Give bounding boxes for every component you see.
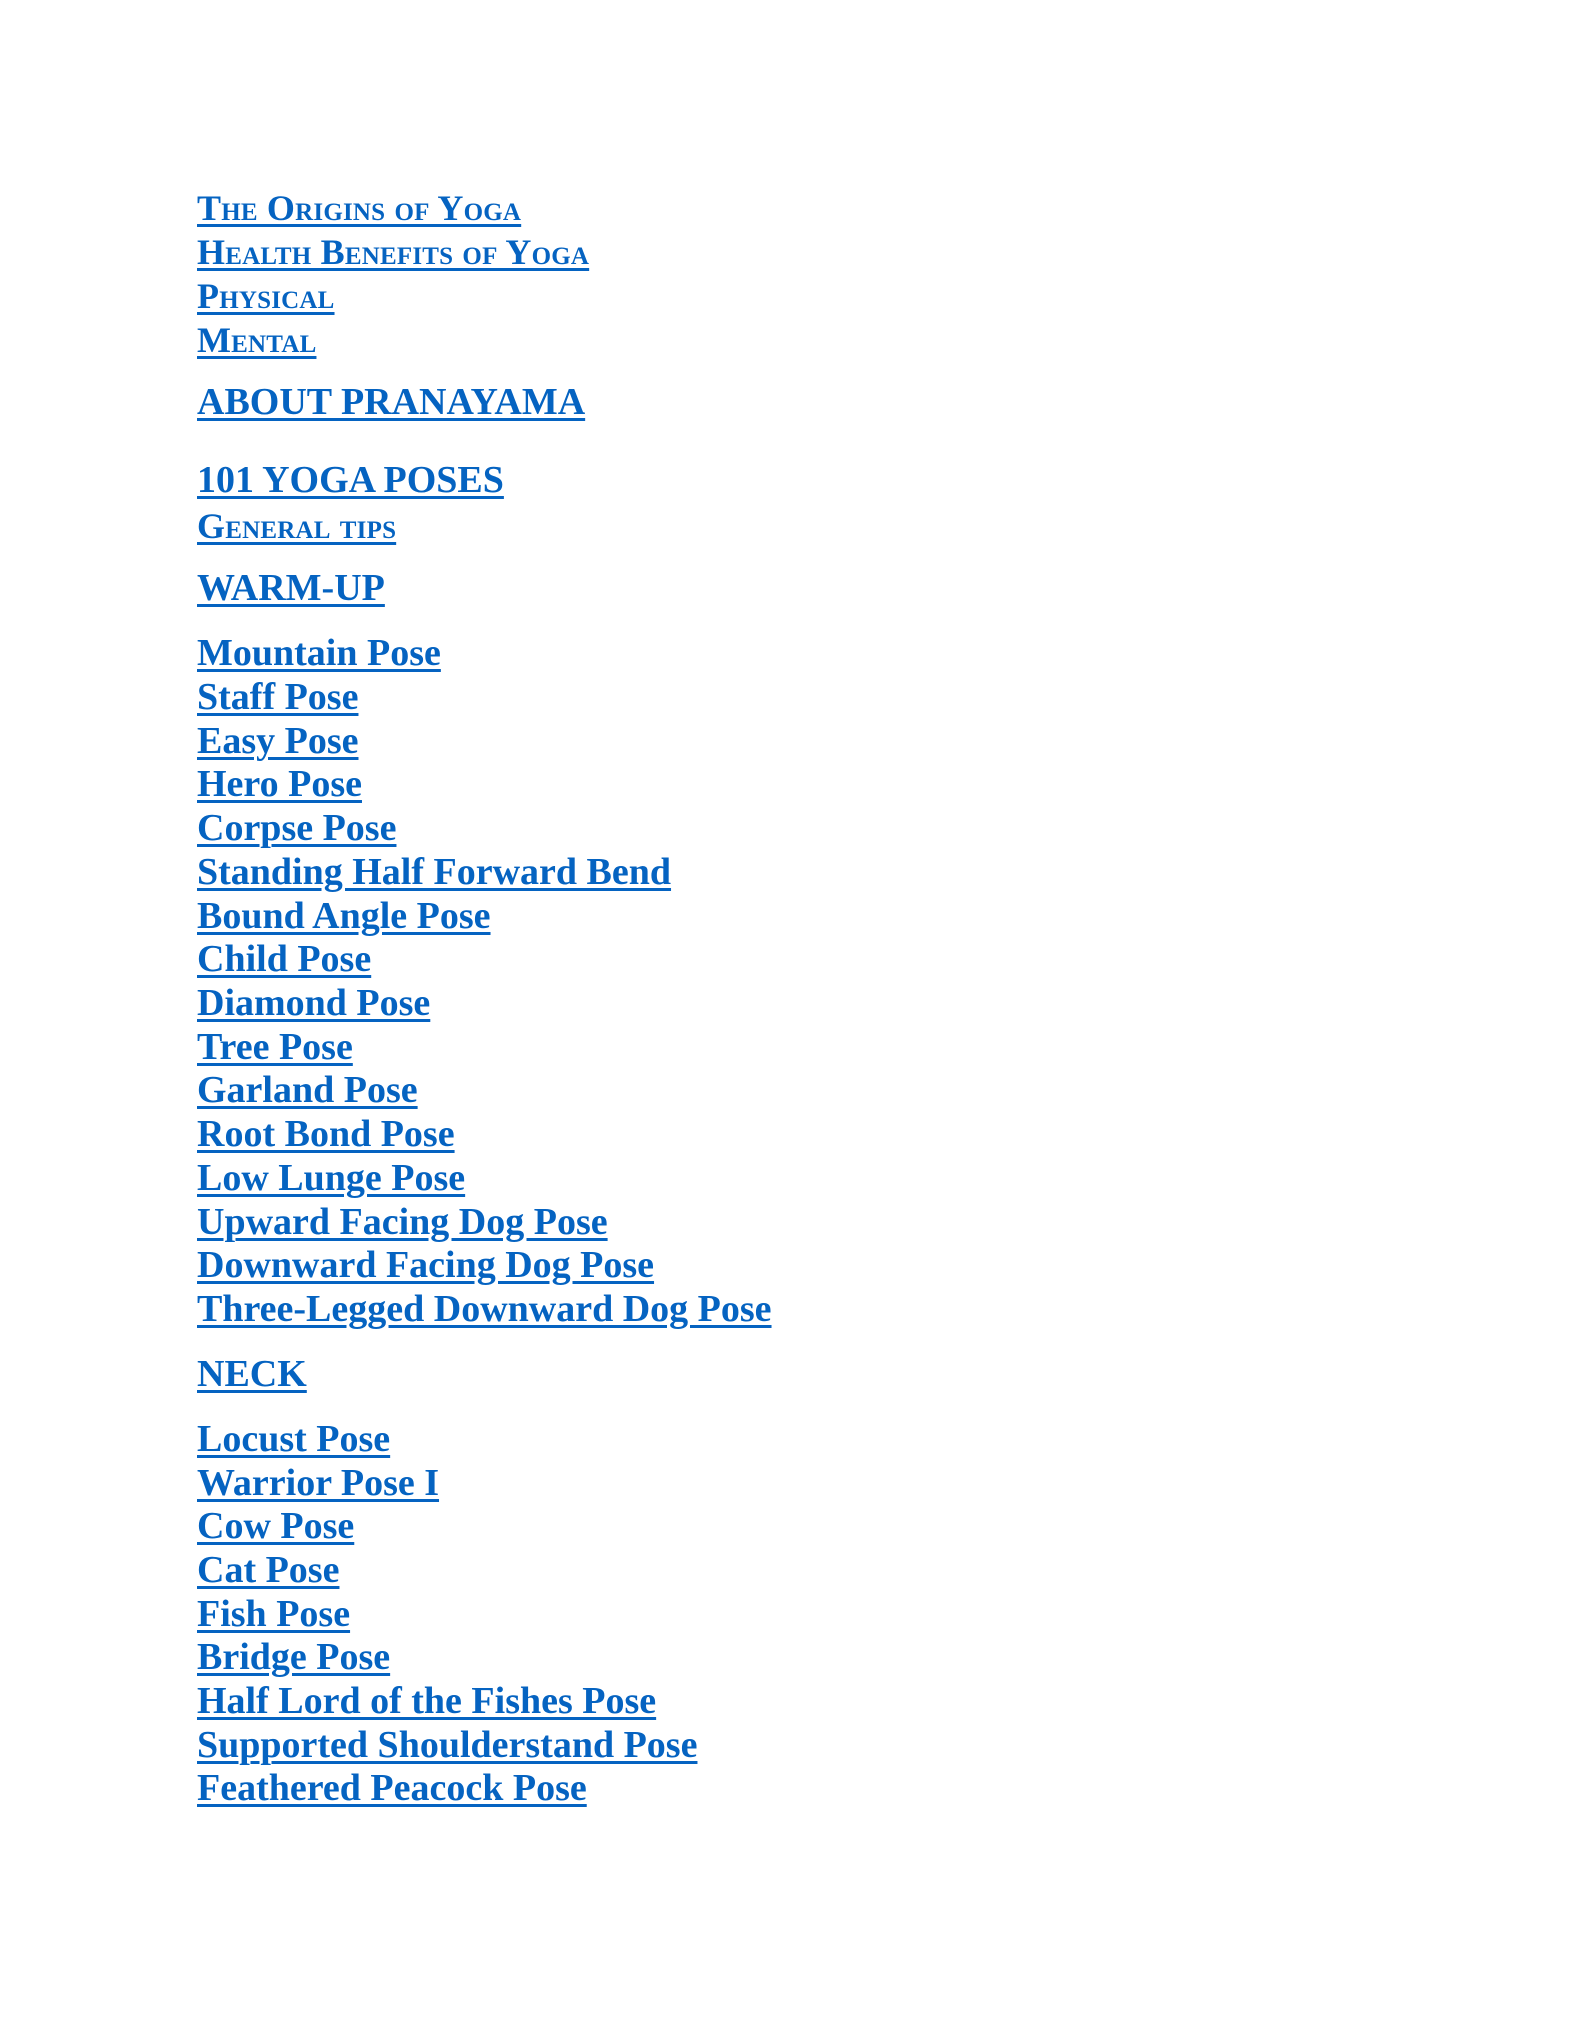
toc-link-pose[interactable]: Hero Pose — [197, 765, 362, 803]
toc-link-physical[interactable]: Physical — [197, 278, 335, 314]
toc-link-pose[interactable]: Cow Pose — [197, 1507, 354, 1545]
toc-link-pose[interactable]: Mountain Pose — [197, 634, 441, 672]
toc-link-pose[interactable]: Staff Pose — [197, 678, 358, 716]
toc-link-general-tips[interactable]: General tips — [197, 508, 396, 544]
toc-link-neck[interactable]: NECK — [197, 1355, 307, 1393]
toc-link-101-yoga-poses[interactable]: 101 YOGA POSES — [197, 461, 504, 499]
toc-link-pose[interactable]: Tree Pose — [197, 1028, 353, 1066]
toc-link-pose[interactable]: Bridge Pose — [197, 1638, 390, 1676]
toc-link-pose[interactable]: Low Lunge Pose — [197, 1159, 465, 1197]
toc-link-pose[interactable]: Child Pose — [197, 940, 371, 978]
toc-link-pose[interactable]: Cat Pose — [197, 1551, 339, 1589]
toc-link-pose[interactable]: Locust Pose — [197, 1420, 390, 1458]
toc-link-pose[interactable]: Diamond Pose — [197, 984, 430, 1022]
toc-link-pose[interactable]: Fish Pose — [197, 1595, 350, 1633]
toc-link-pose[interactable]: Supported Shoulderstand Pose — [197, 1726, 697, 1764]
toc-link-pose[interactable]: Bound Angle Pose — [197, 897, 491, 935]
toc-link-origins-of-yoga[interactable]: The Origins of Yoga — [197, 190, 521, 226]
toc-link-pose[interactable]: Easy Pose — [197, 722, 359, 760]
toc-link-mental[interactable]: Mental — [197, 322, 316, 358]
toc-link-pose[interactable]: Half Lord of the Fishes Pose — [197, 1682, 656, 1720]
toc-link-pose[interactable]: Standing Half Forward Bend — [197, 853, 671, 891]
toc-link-pose[interactable]: Feathered Peacock Pose — [197, 1769, 587, 1807]
toc-link-pose[interactable]: Warrior Pose I — [197, 1464, 439, 1502]
toc-link-health-benefits[interactable]: Health Benefits of Yoga — [197, 234, 589, 270]
toc-link-warm-up[interactable]: WARM-UP — [197, 569, 385, 607]
toc-link-pose[interactable]: Corpse Pose — [197, 809, 396, 847]
toc-link-pose[interactable]: Downward Facing Dog Pose — [197, 1246, 654, 1284]
toc-link-about-pranayama[interactable]: ABOUT PRANAYAMA — [197, 383, 585, 421]
toc-link-pose[interactable]: Upward Facing Dog Pose — [197, 1203, 608, 1241]
toc-link-pose[interactable]: Root Bond Pose — [197, 1115, 455, 1153]
toc-link-pose[interactable]: Three-Legged Downward Dog Pose — [197, 1290, 772, 1328]
toc-link-pose[interactable]: Garland Pose — [197, 1071, 418, 1109]
